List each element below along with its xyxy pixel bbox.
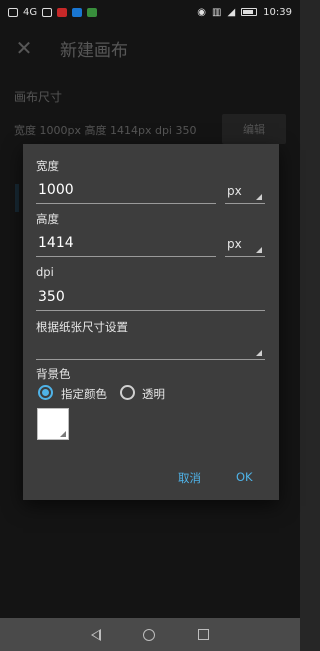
status-bar: 4G ◉ ▥ ◢ 10:39 <box>0 0 300 24</box>
wifi-icon <box>42 7 53 17</box>
height-input[interactable]: 1414 <box>38 235 74 251</box>
dpi-label: dpi <box>36 265 54 279</box>
dpi-input-underline <box>36 310 265 311</box>
ok-button[interactable]: OK <box>236 470 253 484</box>
paper-size-label: 根据纸张尺寸设置 <box>36 320 128 334</box>
height-input-underline <box>36 256 216 257</box>
color-swatch[interactable] <box>37 408 69 440</box>
back-icon[interactable] <box>91 628 102 641</box>
background-color-label: 背景色 <box>36 367 71 381</box>
radio-specified-color-label[interactable]: 指定颜色 <box>61 386 107 402</box>
height-unit-underline <box>225 256 265 257</box>
chevron-down-icon <box>256 194 262 200</box>
battery-icon <box>241 8 258 16</box>
width-label: 宽度 <box>36 159 59 173</box>
app-notification-icon <box>57 7 68 17</box>
sim-icon <box>8 7 18 17</box>
swatch-corner-icon <box>60 431 66 437</box>
cancel-button[interactable]: 取消 <box>178 470 201 486</box>
width-input[interactable]: 1000 <box>38 182 74 198</box>
chevron-down-icon <box>256 350 262 356</box>
paper-size-underline <box>36 359 265 360</box>
radio-transparent-label[interactable]: 透明 <box>142 386 165 402</box>
width-input-underline <box>36 203 216 204</box>
home-icon[interactable] <box>143 628 156 641</box>
height-label: 高度 <box>36 212 59 226</box>
signal-icon: ◢ <box>227 6 236 18</box>
app-notification-icon <box>72 7 83 17</box>
status-right: ◉ ▥ ◢ 10:39 <box>197 7 292 18</box>
height-unit-select[interactable]: px <box>227 237 242 251</box>
width-unit-select[interactable]: px <box>227 184 242 198</box>
eye-icon: ◉ <box>197 6 207 18</box>
app-notification-icon <box>87 7 98 17</box>
network-type: 4G <box>23 6 38 18</box>
radio-specified-color[interactable] <box>38 385 53 400</box>
system-nav-bar <box>0 618 300 651</box>
recent-apps-icon[interactable] <box>197 629 209 640</box>
dpi-input[interactable]: 350 <box>38 289 65 305</box>
status-left: 4G <box>8 6 98 18</box>
radio-transparent[interactable] <box>120 385 135 400</box>
chevron-down-icon <box>256 247 262 253</box>
clock: 10:39 <box>263 6 292 18</box>
vibrate-icon: ▥ <box>212 6 222 18</box>
canvas-size-dialog: 宽度 1000 px 高度 1414 px dpi 350 根据纸张尺寸设置 背… <box>23 144 279 500</box>
width-unit-underline <box>225 203 265 204</box>
